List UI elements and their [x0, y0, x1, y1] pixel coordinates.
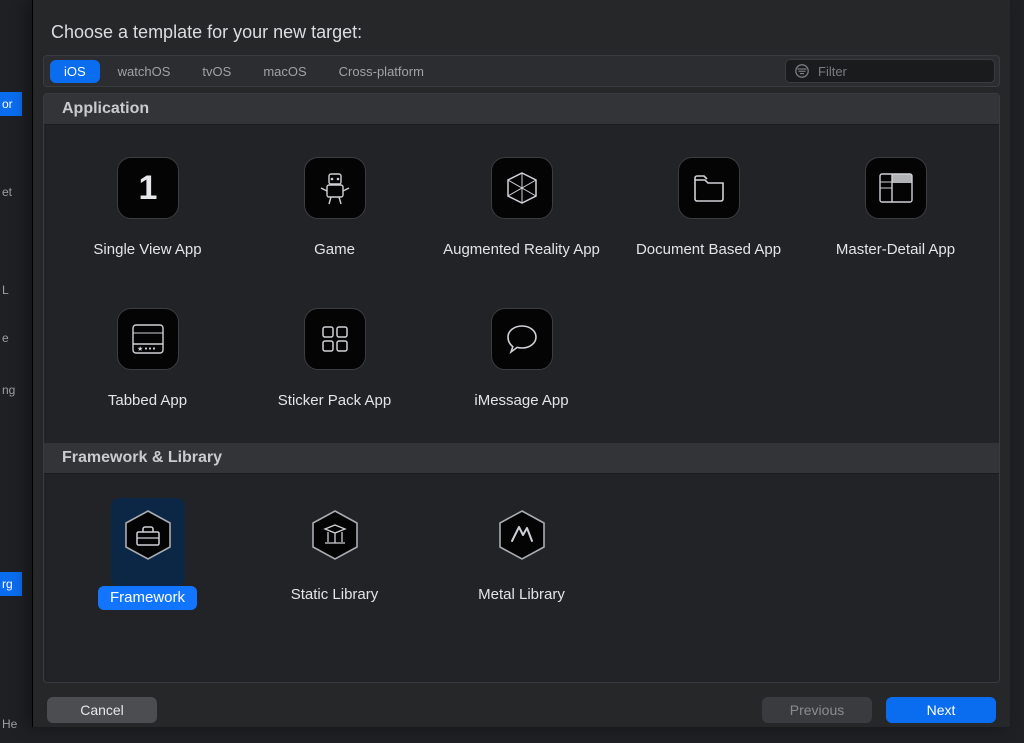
platform-tab-ios[interactable]: iOS	[50, 60, 100, 83]
hex-metal-icon	[493, 506, 551, 564]
previous-button[interactable]: Previous	[762, 697, 872, 723]
template-label: Metal Library	[478, 586, 565, 605]
template-label: Single View App	[93, 241, 201, 260]
tabbar-icon: ★	[117, 308, 179, 370]
next-button[interactable]: Next	[886, 697, 996, 723]
template-label: Framework	[98, 586, 197, 611]
template-label: Master-Detail App	[836, 241, 955, 260]
template-metal[interactable]: Metal Library	[428, 492, 615, 617]
hex-columns-icon	[306, 506, 364, 564]
section-body-application: 1 Single View App Game Augmented Reality Ap…	[44, 125, 999, 443]
four-squares-icon	[304, 308, 366, 370]
template-label: Document Based App	[636, 241, 781, 260]
template-label: Static Library	[291, 586, 379, 605]
platform-tab-watch[interactable]: watchOS	[104, 60, 185, 83]
folder-icon	[678, 157, 740, 219]
section-header-framework: Framework & Library	[44, 443, 999, 474]
platform-tab-tv[interactable]: tvOS	[188, 60, 245, 83]
template-game[interactable]: Game	[241, 143, 428, 266]
template-label: Game	[314, 241, 355, 260]
speech-bubble-icon	[491, 308, 553, 370]
template-master[interactable]: Master-Detail App	[802, 143, 989, 266]
platform-tab-cross[interactable]: Cross-platform	[325, 60, 438, 83]
sheet-footer: Cancel Previous Next	[33, 683, 1010, 727]
template-grid: Application 1 Single View App Game Augmented…	[43, 93, 1000, 683]
template-label: Tabbed App	[108, 392, 187, 411]
template-static[interactable]: Static Library	[241, 492, 428, 617]
template-imessage[interactable]: iMessage App	[428, 294, 615, 417]
hex-toolbox-icon	[119, 506, 177, 564]
svg-text:1: 1	[138, 169, 157, 207]
template-tabbed[interactable]: ★ Tabbed App	[54, 294, 241, 417]
template-ar[interactable]: Augmented Reality App	[428, 143, 615, 266]
robot-icon	[304, 157, 366, 219]
template-label: iMessage App	[474, 392, 568, 411]
sheet-title: Choose a template for your new target:	[33, 0, 1010, 55]
template-framework[interactable]: Framework	[54, 492, 241, 617]
filter-field[interactable]	[785, 59, 995, 83]
template-label: Sticker Pack App	[278, 392, 391, 411]
master-detail-icon	[865, 157, 927, 219]
template-doc[interactable]: Document Based App	[615, 143, 802, 266]
template-single-view[interactable]: 1 Single View App	[54, 143, 241, 266]
svg-text:★: ★	[137, 345, 143, 353]
platform-toolbar: iOSwatchOStvOSmacOSCross-platform	[43, 55, 1000, 87]
filter-icon	[794, 63, 810, 79]
filter-input[interactable]	[816, 63, 996, 80]
template-label: Augmented Reality App	[443, 241, 600, 260]
section-body-framework: Framework Static Library Metal Library	[44, 474, 999, 643]
section-header-application: Application	[44, 94, 999, 125]
new-target-sheet: Choose a template for your new target: i…	[32, 0, 1010, 727]
wirecube-icon	[491, 157, 553, 219]
template-sticker[interactable]: Sticker Pack App	[241, 294, 428, 417]
platform-tab-mac[interactable]: macOS	[249, 60, 320, 83]
platform-tabs: iOSwatchOStvOSmacOSCross-platform	[48, 58, 440, 85]
cancel-button[interactable]: Cancel	[47, 697, 157, 723]
background-editor-rows: oretLengrgHe	[0, 0, 22, 743]
digit-one-icon: 1	[117, 157, 179, 219]
